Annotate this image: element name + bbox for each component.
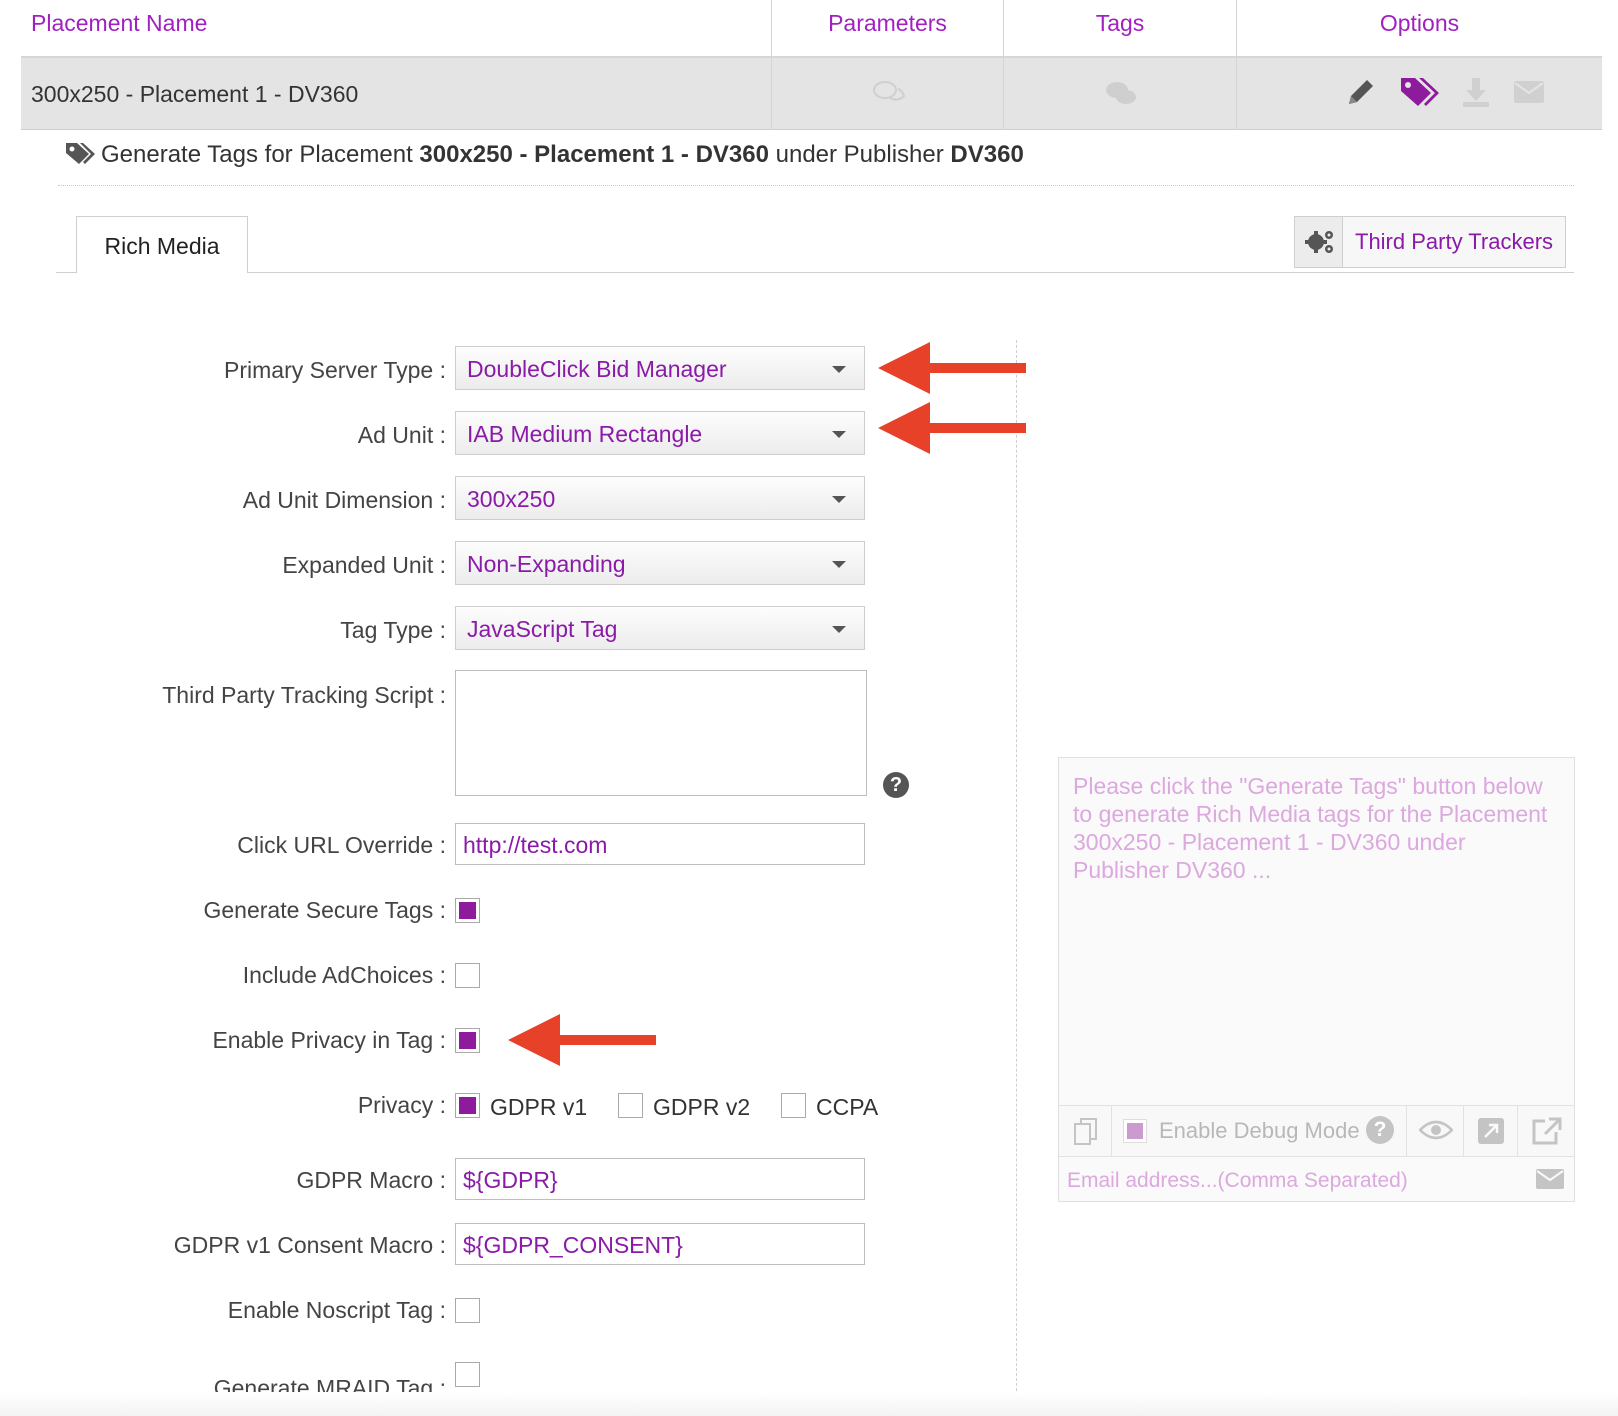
chevron-down-icon [832, 431, 846, 438]
column-divider [1016, 340, 1017, 1416]
tabs-baseline [56, 272, 1574, 273]
pencil-icon[interactable] [1345, 76, 1377, 108]
annotation-arrow [878, 342, 1026, 394]
generate-secure-tags-label: Generate Secure Tags : [203, 897, 447, 923]
tag-type-label: Tag Type : [340, 617, 446, 643]
debug-help-icon[interactable]: ? [1366, 1116, 1394, 1144]
table-row: 300x250 - Placement 1 - DV360 [21, 58, 1602, 130]
expand-icon[interactable] [1477, 1117, 1505, 1145]
annotation-arrow [508, 1014, 656, 1066]
ad-unit-value: IAB Medium Rectangle [467, 421, 703, 447]
annotation-arrow [878, 402, 1026, 454]
chevron-down-icon [832, 366, 846, 373]
enable-debug-mode-label: Enable Debug Mode [1159, 1118, 1360, 1143]
generate-publisher: DV360 [950, 141, 1024, 168]
primary-server-type-label: Primary Server Type : [224, 357, 446, 383]
chevron-down-icon [832, 561, 846, 568]
third-party-tracking-script-label: Third Party Tracking Script : [162, 682, 446, 708]
generate-tags-title: Generate Tags for Placement 300x250 - Pl… [65, 140, 1024, 169]
header-options[interactable]: Options [1236, 0, 1602, 58]
comments-filled-icon[interactable] [1104, 78, 1138, 108]
enable-privacy-in-tag-label: Enable Privacy in Tag : [212, 1027, 446, 1053]
privacy-gdpr-v1-label: GDPR v1 [490, 1094, 588, 1120]
gdpr-macro-input[interactable]: ${GDPR} [455, 1158, 865, 1200]
click-url-override-label: Click URL Override : [237, 832, 446, 858]
parameters-cell [771, 58, 1003, 130]
help-icon[interactable]: ? [883, 772, 909, 798]
ad-unit-dimension-select[interactable]: 300x250 [455, 476, 865, 520]
privacy-gdpr-v1-checkbox[interactable] [455, 1093, 480, 1118]
primary-server-type-select[interactable]: DoubleClick Bid Manager [455, 346, 865, 390]
third-party-trackers-button[interactable]: Third Party Trackers [1294, 216, 1566, 268]
gdpr-v1-consent-macro-input[interactable]: ${GDPR_CONSENT} [455, 1223, 865, 1265]
third-party-tracking-script-textarea[interactable] [455, 670, 867, 796]
expanded-unit-label: Expanded Unit : [282, 552, 446, 578]
options-cell [1236, 58, 1602, 130]
tag-output-message: Please click the "Generate Tags" button … [1073, 773, 1548, 883]
ad-unit-dimension-label: Ad Unit Dimension : [242, 487, 446, 513]
page-bottom-fade [0, 1392, 1618, 1416]
privacy-ccpa-checkbox[interactable] [781, 1093, 806, 1118]
third-party-trackers-label: Third Party Trackers [1355, 229, 1554, 254]
tags-icon [66, 143, 95, 164]
expanded-unit-value: Non-Expanding [467, 551, 626, 577]
ad-unit-label: Ad Unit : [357, 422, 446, 448]
envelope-icon[interactable] [1535, 1168, 1565, 1190]
gears-icon [1305, 231, 1333, 253]
privacy-gdpr-v2-checkbox[interactable] [618, 1093, 643, 1118]
trackers-icon-box [1295, 217, 1343, 267]
tags-cell [1003, 58, 1236, 130]
privacy-ccpa-label: CCPA [816, 1094, 879, 1120]
primary-server-type-value: DoubleClick Bid Manager [467, 356, 727, 382]
privacy-gdpr-v2-label: GDPR v2 [653, 1094, 751, 1120]
header-tags[interactable]: Tags [1003, 0, 1236, 58]
expanded-unit-select[interactable]: Non-Expanding [455, 541, 865, 585]
generate-prefix: Generate Tags for Placement [101, 141, 413, 168]
table-header: Placement Name Parameters Tags Options [21, 0, 1602, 58]
generate-middle: under Publisher [775, 141, 944, 168]
placement-name-cell: 300x250 - Placement 1 - DV360 [31, 81, 359, 107]
include-adchoices-checkbox[interactable] [455, 963, 480, 988]
eye-icon[interactable] [1419, 1118, 1453, 1142]
tag-output-panel: Please click the "Generate Tags" button … [1058, 757, 1575, 1202]
envelope-icon[interactable] [1513, 80, 1545, 104]
tab-rich-media[interactable]: Rich Media [76, 216, 248, 273]
enable-debug-mode-checkbox[interactable] [1123, 1119, 1147, 1143]
ad-unit-select[interactable]: IAB Medium Rectangle [455, 411, 865, 455]
header-placement-name[interactable]: Placement Name [31, 0, 207, 58]
tags-icon[interactable] [1399, 74, 1439, 108]
gdpr-macro-label: GDPR Macro : [296, 1167, 446, 1193]
gdpr-v1-consent-macro-label: GDPR v1 Consent Macro : [173, 1232, 446, 1258]
divider [58, 185, 1574, 186]
comments-icon[interactable] [872, 78, 906, 108]
include-adchoices-label: Include AdChoices : [242, 962, 446, 988]
enable-privacy-in-tag-checkbox[interactable] [455, 1028, 480, 1053]
tag-type-select[interactable]: JavaScript Tag [455, 606, 865, 650]
enable-noscript-tag-checkbox[interactable] [455, 1298, 480, 1323]
download-icon[interactable] [1461, 76, 1491, 108]
copy-icon[interactable] [1073, 1117, 1099, 1147]
chevron-down-icon [832, 496, 846, 503]
header-parameters[interactable]: Parameters [771, 0, 1003, 58]
generate-secure-tags-checkbox[interactable] [455, 898, 480, 923]
ad-unit-dimension-value: 300x250 [467, 486, 556, 512]
click-url-override-input[interactable]: http://test.com [455, 823, 865, 865]
generate-mraid-tag-checkbox[interactable] [455, 1362, 480, 1387]
tag-type-value: JavaScript Tag [467, 616, 618, 642]
enable-noscript-tag-label: Enable Noscript Tag : [227, 1297, 446, 1323]
tag-output-toolbar: Enable Debug Mode ? [1059, 1105, 1574, 1157]
chevron-down-icon [832, 626, 846, 633]
generate-placement-name: 300x250 - Placement 1 - DV360 [419, 141, 769, 168]
privacy-label: Privacy : [357, 1092, 446, 1118]
external-link-icon[interactable] [1531, 1116, 1563, 1146]
email-input[interactable]: Email address...(Comma Separated) [1067, 1169, 1408, 1193]
